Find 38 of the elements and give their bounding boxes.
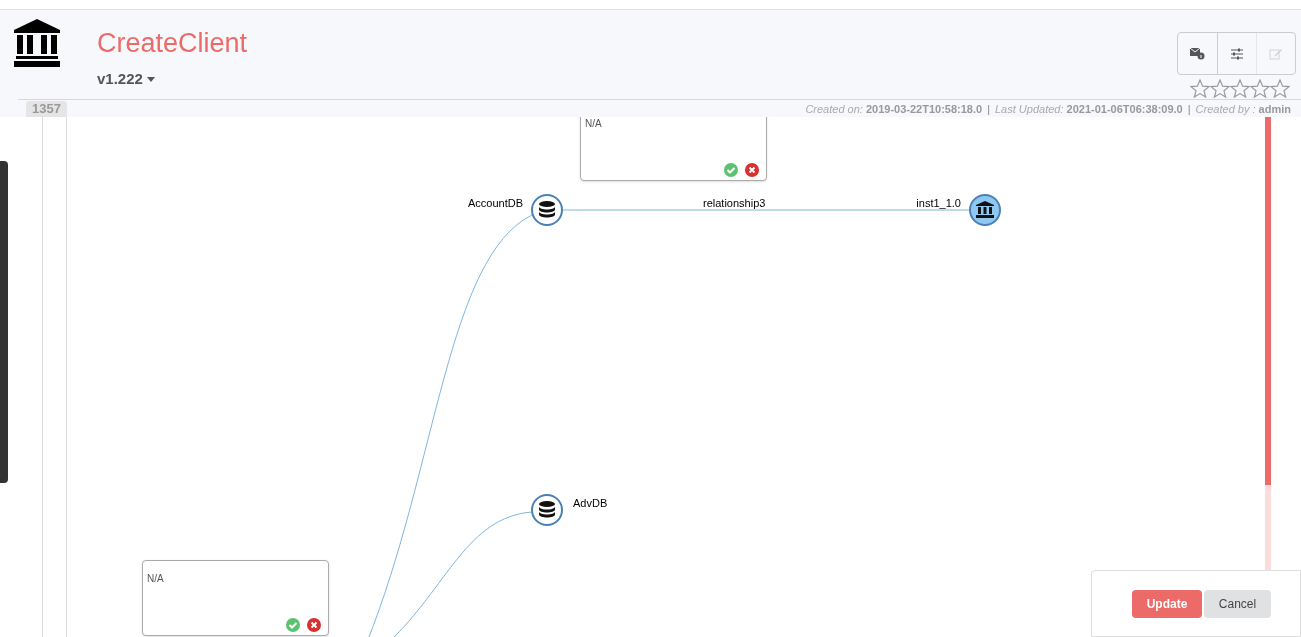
close-icon[interactable]: [307, 618, 321, 632]
database-icon: [538, 201, 556, 219]
page-title: CreateClient: [97, 27, 248, 59]
star-icon: [1190, 79, 1210, 98]
star-icon: [1230, 79, 1250, 98]
node-label: inst1_1.0: [916, 196, 961, 211]
star-icon: [1250, 79, 1270, 98]
node-label: AccountDB: [467, 196, 523, 211]
sliders-icon: [1229, 46, 1245, 61]
cancel-button[interactable]: Cancel: [1204, 590, 1271, 618]
star-icon: [1210, 79, 1230, 98]
caret-icon: [146, 76, 155, 82]
database-node[interactable]: [531, 494, 563, 526]
note-text: N/A: [147, 572, 164, 586]
mail-info-icon: [1190, 46, 1205, 61]
version-dropdown[interactable]: v1.222: [97, 70, 248, 88]
meta-info: Created on: 2019-03-22T10:58:18.0: [805, 102, 983, 116]
meta-info: Created by : admin: [1195, 102, 1291, 116]
node-label: AdvDB: [573, 496, 608, 511]
bank-icon: [14, 19, 60, 67]
edit-icon: [1268, 46, 1284, 61]
star-icon: [1270, 79, 1290, 98]
scrollbar-thumb[interactable]: [1265, 117, 1271, 485]
check-icon[interactable]: [286, 618, 300, 632]
institution-node[interactable]: [969, 194, 1001, 226]
id-badge: 1357: [26, 101, 67, 117]
bank-icon: [976, 201, 994, 219]
database-icon: [538, 501, 556, 519]
separator: |: [1187, 102, 1191, 116]
separator: |: [987, 102, 990, 116]
check-icon[interactable]: [724, 163, 738, 177]
close-icon[interactable]: [745, 163, 759, 177]
edge-label: relationship3: [703, 196, 766, 211]
side-drawer-handle[interactable]: [0, 161, 8, 483]
star-rating[interactable]: [1190, 79, 1290, 98]
note-text: N/A: [585, 117, 602, 131]
database-node[interactable]: [531, 194, 563, 226]
meta-info: Last Updated: 2021-01-06T06:38:09.0: [995, 102, 1183, 116]
